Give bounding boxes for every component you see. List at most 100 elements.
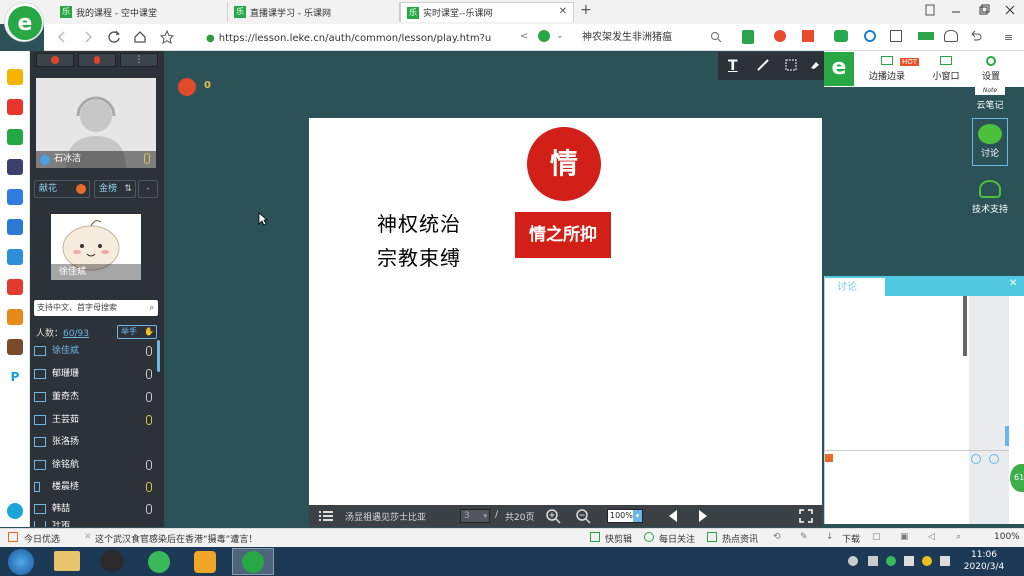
list-item[interactable]: 楼晨梿 bbox=[34, 479, 158, 495]
tray-icon-2[interactable] bbox=[868, 556, 878, 566]
text-tool-icon[interactable]: T bbox=[728, 58, 738, 74]
cloud-note-button[interactable]: Note 云笔记 bbox=[972, 87, 1008, 111]
pen-tool-icon[interactable] bbox=[756, 58, 770, 72]
list-item[interactable]: 徐铭航 bbox=[34, 457, 158, 473]
restore-icon[interactable] bbox=[978, 4, 990, 16]
count-value[interactable]: 60/93 bbox=[63, 329, 89, 339]
game-icon[interactable] bbox=[834, 30, 848, 42]
apps-grid-icon[interactable] bbox=[890, 30, 902, 42]
prev-page-icon[interactable] bbox=[667, 509, 679, 523]
emoji-icon[interactable] bbox=[971, 454, 981, 464]
headset-icon[interactable] bbox=[944, 30, 958, 42]
daily-follow-label[interactable]: 每日关注 bbox=[659, 532, 695, 545]
game-app-3-icon[interactable] bbox=[7, 339, 23, 355]
list-item[interactable]: 徐佳斌 bbox=[34, 343, 158, 359]
video-app-icon[interactable] bbox=[7, 279, 23, 295]
discuss-tab[interactable]: 讨论 bbox=[825, 276, 885, 296]
minimize-icon[interactable] bbox=[950, 4, 962, 16]
tab-my-courses[interactable]: 乐 我的课程 - 空中课堂 bbox=[54, 2, 228, 22]
raise-hand-button[interactable]: 举手 ✋ bbox=[117, 325, 157, 339]
settings-button[interactable]: 设置 bbox=[976, 56, 1006, 82]
game-app-icon[interactable] bbox=[7, 249, 23, 265]
collapse-button[interactable]: - bbox=[138, 180, 158, 198]
page-icon[interactable]: ▢ bbox=[872, 532, 881, 542]
list-item[interactable]: 韩喆 bbox=[34, 501, 158, 517]
close-tab-icon[interactable]: ✕ bbox=[559, 6, 567, 17]
tab-live-course[interactable]: 乐 直播课学习 - 乐课网 bbox=[228, 2, 400, 22]
pin-icon[interactable]: ✎ bbox=[800, 532, 808, 542]
select-tool-icon[interactable] bbox=[784, 58, 798, 72]
tray-icon-4[interactable] bbox=[922, 556, 932, 566]
download-icon[interactable]: ↓ bbox=[826, 532, 834, 542]
battery-icon[interactable] bbox=[918, 32, 934, 40]
today-pick-label[interactable]: 今日优选 bbox=[24, 532, 60, 545]
start-button[interactable] bbox=[8, 549, 34, 575]
record-button[interactable]: HOT 边播边录 bbox=[864, 56, 920, 82]
page-select[interactable]: 3 ▾ bbox=[460, 509, 490, 523]
game-app-2-icon[interactable] bbox=[7, 309, 23, 325]
tray-icon-1[interactable] bbox=[848, 556, 858, 566]
clock-icon[interactable] bbox=[989, 454, 999, 464]
flower-button[interactable]: 献花 bbox=[34, 180, 90, 198]
mail-icon[interactable] bbox=[7, 129, 23, 145]
browser-task-button[interactable] bbox=[232, 548, 274, 575]
zoom-select[interactable]: 100% ▾ bbox=[607, 509, 643, 523]
list-item[interactable]: 郁珊珊 bbox=[34, 366, 158, 382]
close-icon[interactable]: ✕ bbox=[1009, 278, 1017, 289]
quick-clip-label[interactable]: 快剪辑 bbox=[605, 532, 632, 545]
document-icon[interactable] bbox=[7, 189, 23, 205]
close-window-icon[interactable] bbox=[1004, 4, 1016, 16]
share-icon[interactable]: < bbox=[520, 31, 528, 42]
forward-icon[interactable] bbox=[82, 31, 94, 43]
tray-icon-3[interactable] bbox=[886, 556, 896, 566]
fullscreen-icon[interactable] bbox=[799, 509, 813, 523]
pinyin-app-icon[interactable]: P bbox=[7, 369, 23, 385]
camera-button[interactable] bbox=[36, 53, 74, 67]
news-app-icon[interactable] bbox=[7, 159, 23, 175]
hot-news-label[interactable]: 热点资讯 bbox=[722, 532, 758, 545]
page-zoom[interactable]: 100% bbox=[994, 532, 1020, 542]
compat-mode-icon[interactable] bbox=[538, 30, 550, 42]
window-icon[interactable]: ▣ bbox=[900, 532, 909, 542]
list-icon[interactable] bbox=[319, 510, 333, 522]
explorer-icon[interactable] bbox=[54, 551, 80, 571]
mini-window-button[interactable]: 小窗口 bbox=[926, 56, 966, 82]
network-icon[interactable] bbox=[940, 556, 950, 566]
list-item[interactable]: 张洛扬 bbox=[34, 434, 158, 450]
zoom-out-icon[interactable] bbox=[575, 508, 591, 524]
qq-icon[interactable] bbox=[100, 550, 124, 572]
zoom-in-icon[interactable] bbox=[545, 508, 561, 524]
student-search-input[interactable]: 支持中文、首字母搜索 ⌕ bbox=[34, 300, 158, 316]
history-icon[interactable]: ⟲ bbox=[773, 532, 781, 542]
back-icon[interactable] bbox=[56, 31, 68, 43]
flower-icon[interactable] bbox=[825, 454, 833, 462]
next-page-icon[interactable] bbox=[697, 509, 709, 523]
list-item[interactable]: 王芸茹 bbox=[34, 412, 158, 428]
ranking-button[interactable]: 金榜 ⇅ bbox=[94, 180, 136, 198]
cut-icon[interactable] bbox=[802, 30, 814, 42]
new-tab-button[interactable]: + bbox=[580, 2, 592, 18]
pin-icon[interactable] bbox=[924, 4, 936, 16]
weibo-icon[interactable] bbox=[7, 99, 23, 115]
chevron-down-icon[interactable]: ⌄ bbox=[556, 31, 564, 41]
search-icon[interactable] bbox=[710, 31, 722, 43]
search-icon[interactable]: ⌕ bbox=[956, 532, 961, 542]
menu-icon[interactable]: ≡ bbox=[1004, 31, 1013, 44]
mic-button[interactable] bbox=[78, 53, 116, 67]
clock[interactable]: 11:06 2020/3/4 bbox=[956, 549, 1012, 573]
add-app-icon[interactable] bbox=[7, 503, 23, 519]
discuss-button[interactable]: 讨论 bbox=[972, 118, 1008, 166]
volume-icon[interactable] bbox=[904, 556, 914, 566]
tech-support-button[interactable]: 技术支持 bbox=[970, 180, 1010, 215]
zoom-tool-icon[interactable] bbox=[864, 30, 876, 42]
music-app-icon[interactable] bbox=[148, 551, 170, 573]
list-item[interactable]: 许诺 bbox=[34, 521, 158, 527]
undo-icon[interactable] bbox=[970, 30, 982, 42]
more-button[interactable]: ⋮ bbox=[120, 53, 158, 67]
list-item[interactable]: 董奇杰 bbox=[34, 389, 158, 405]
favorite-star-icon[interactable] bbox=[160, 30, 174, 44]
browser-logo-icon[interactable]: e bbox=[4, 2, 44, 42]
g-app-icon[interactable] bbox=[194, 551, 216, 573]
home-icon[interactable] bbox=[133, 30, 147, 44]
tool-red-icon[interactable] bbox=[774, 30, 786, 42]
